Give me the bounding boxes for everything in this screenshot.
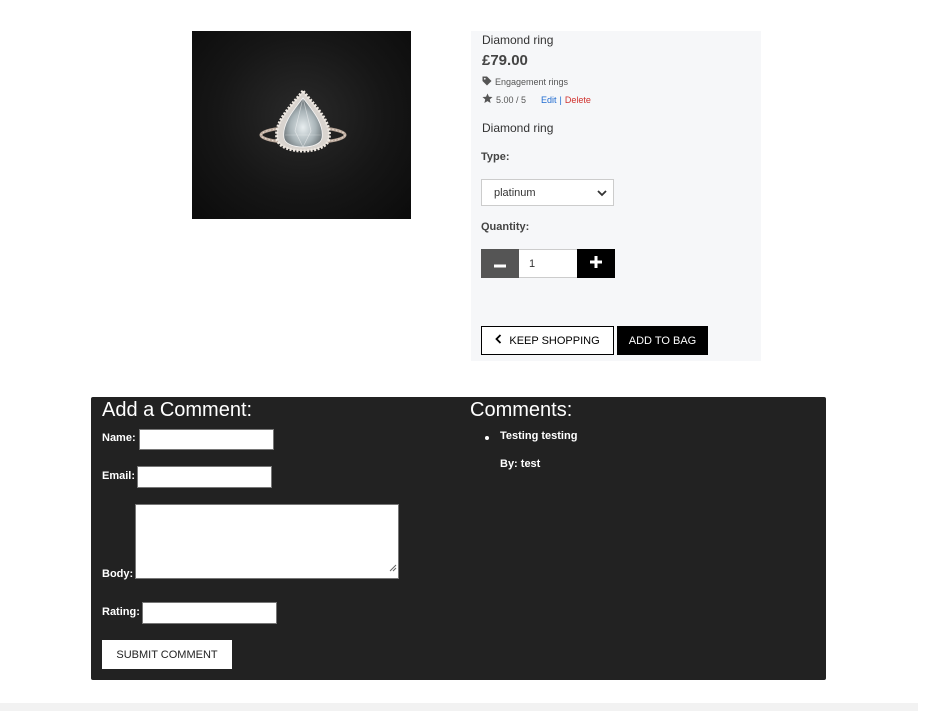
increment-button[interactable] bbox=[577, 249, 615, 278]
chevron-left-icon bbox=[495, 334, 502, 347]
quantity-input[interactable]: 1 bbox=[519, 249, 577, 278]
body-label: Body: bbox=[102, 568, 134, 580]
product-detail-page: Diamond ring £79.00 Engagement rings 5.0… bbox=[0, 0, 925, 711]
delete-link[interactable]: Delete bbox=[565, 95, 591, 105]
name-input[interactable] bbox=[139, 429, 274, 450]
resize-grip-icon[interactable] bbox=[389, 559, 397, 577]
rating-value: 5.00 / 5 bbox=[496, 94, 527, 105]
product-price: £79.00 bbox=[482, 52, 528, 69]
product-image bbox=[192, 31, 411, 219]
comments-section: Add a Comment: Name: Email: Body: Rating… bbox=[91, 397, 826, 680]
add-comment-title: Add a Comment: bbox=[102, 399, 253, 421]
quantity-stepper: 1 bbox=[481, 249, 615, 278]
link-separator: | bbox=[559, 94, 562, 105]
tag-icon bbox=[482, 76, 492, 88]
diamond-ring-image bbox=[259, 88, 347, 153]
plus-icon bbox=[590, 255, 602, 273]
product-description: Diamond ring bbox=[482, 121, 554, 135]
email-label: Email: bbox=[102, 470, 136, 482]
type-label: Type: bbox=[481, 151, 510, 163]
list-item: Testing testing By: test bbox=[484, 430, 577, 470]
comment-author: By: test bbox=[500, 458, 541, 470]
comment-body: Testing testing bbox=[500, 430, 578, 442]
decrement-button[interactable] bbox=[481, 249, 519, 278]
product-details-panel: Diamond ring £79.00 Engagement rings 5.0… bbox=[471, 31, 761, 361]
product-category[interactable]: Engagement rings bbox=[482, 76, 568, 88]
keep-shopping-button[interactable]: KEEP SHOPPING bbox=[481, 326, 614, 355]
category-label: Engagement rings bbox=[495, 77, 569, 87]
email-input[interactable] bbox=[137, 466, 272, 488]
product-name: Diamond ring bbox=[482, 33, 554, 47]
keep-shopping-label: KEEP SHOPPING bbox=[509, 334, 600, 347]
comment-list: Testing testing By: test bbox=[484, 430, 577, 470]
submit-comment-button[interactable]: SUBMIT COMMENT bbox=[102, 640, 232, 669]
name-label: Name: bbox=[102, 432, 136, 444]
footer-strip bbox=[0, 703, 918, 711]
edit-link[interactable]: Edit bbox=[541, 95, 557, 105]
body-textarea[interactable] bbox=[135, 504, 399, 579]
star-icon bbox=[482, 93, 493, 106]
quantity-label: Quantity: bbox=[481, 221, 530, 233]
product-rating: 5.00 / 5 Edit | Delete bbox=[482, 93, 591, 106]
chevron-down-icon bbox=[597, 188, 607, 200]
add-to-bag-button[interactable]: ADD TO BAG bbox=[617, 326, 708, 355]
rating-input[interactable] bbox=[142, 602, 277, 624]
type-select[interactable]: platinum bbox=[481, 179, 614, 206]
minus-icon bbox=[494, 255, 506, 273]
type-selected-value: platinum bbox=[494, 186, 536, 199]
rating-label: Rating: bbox=[102, 606, 140, 618]
comments-title: Comments: bbox=[470, 399, 573, 421]
